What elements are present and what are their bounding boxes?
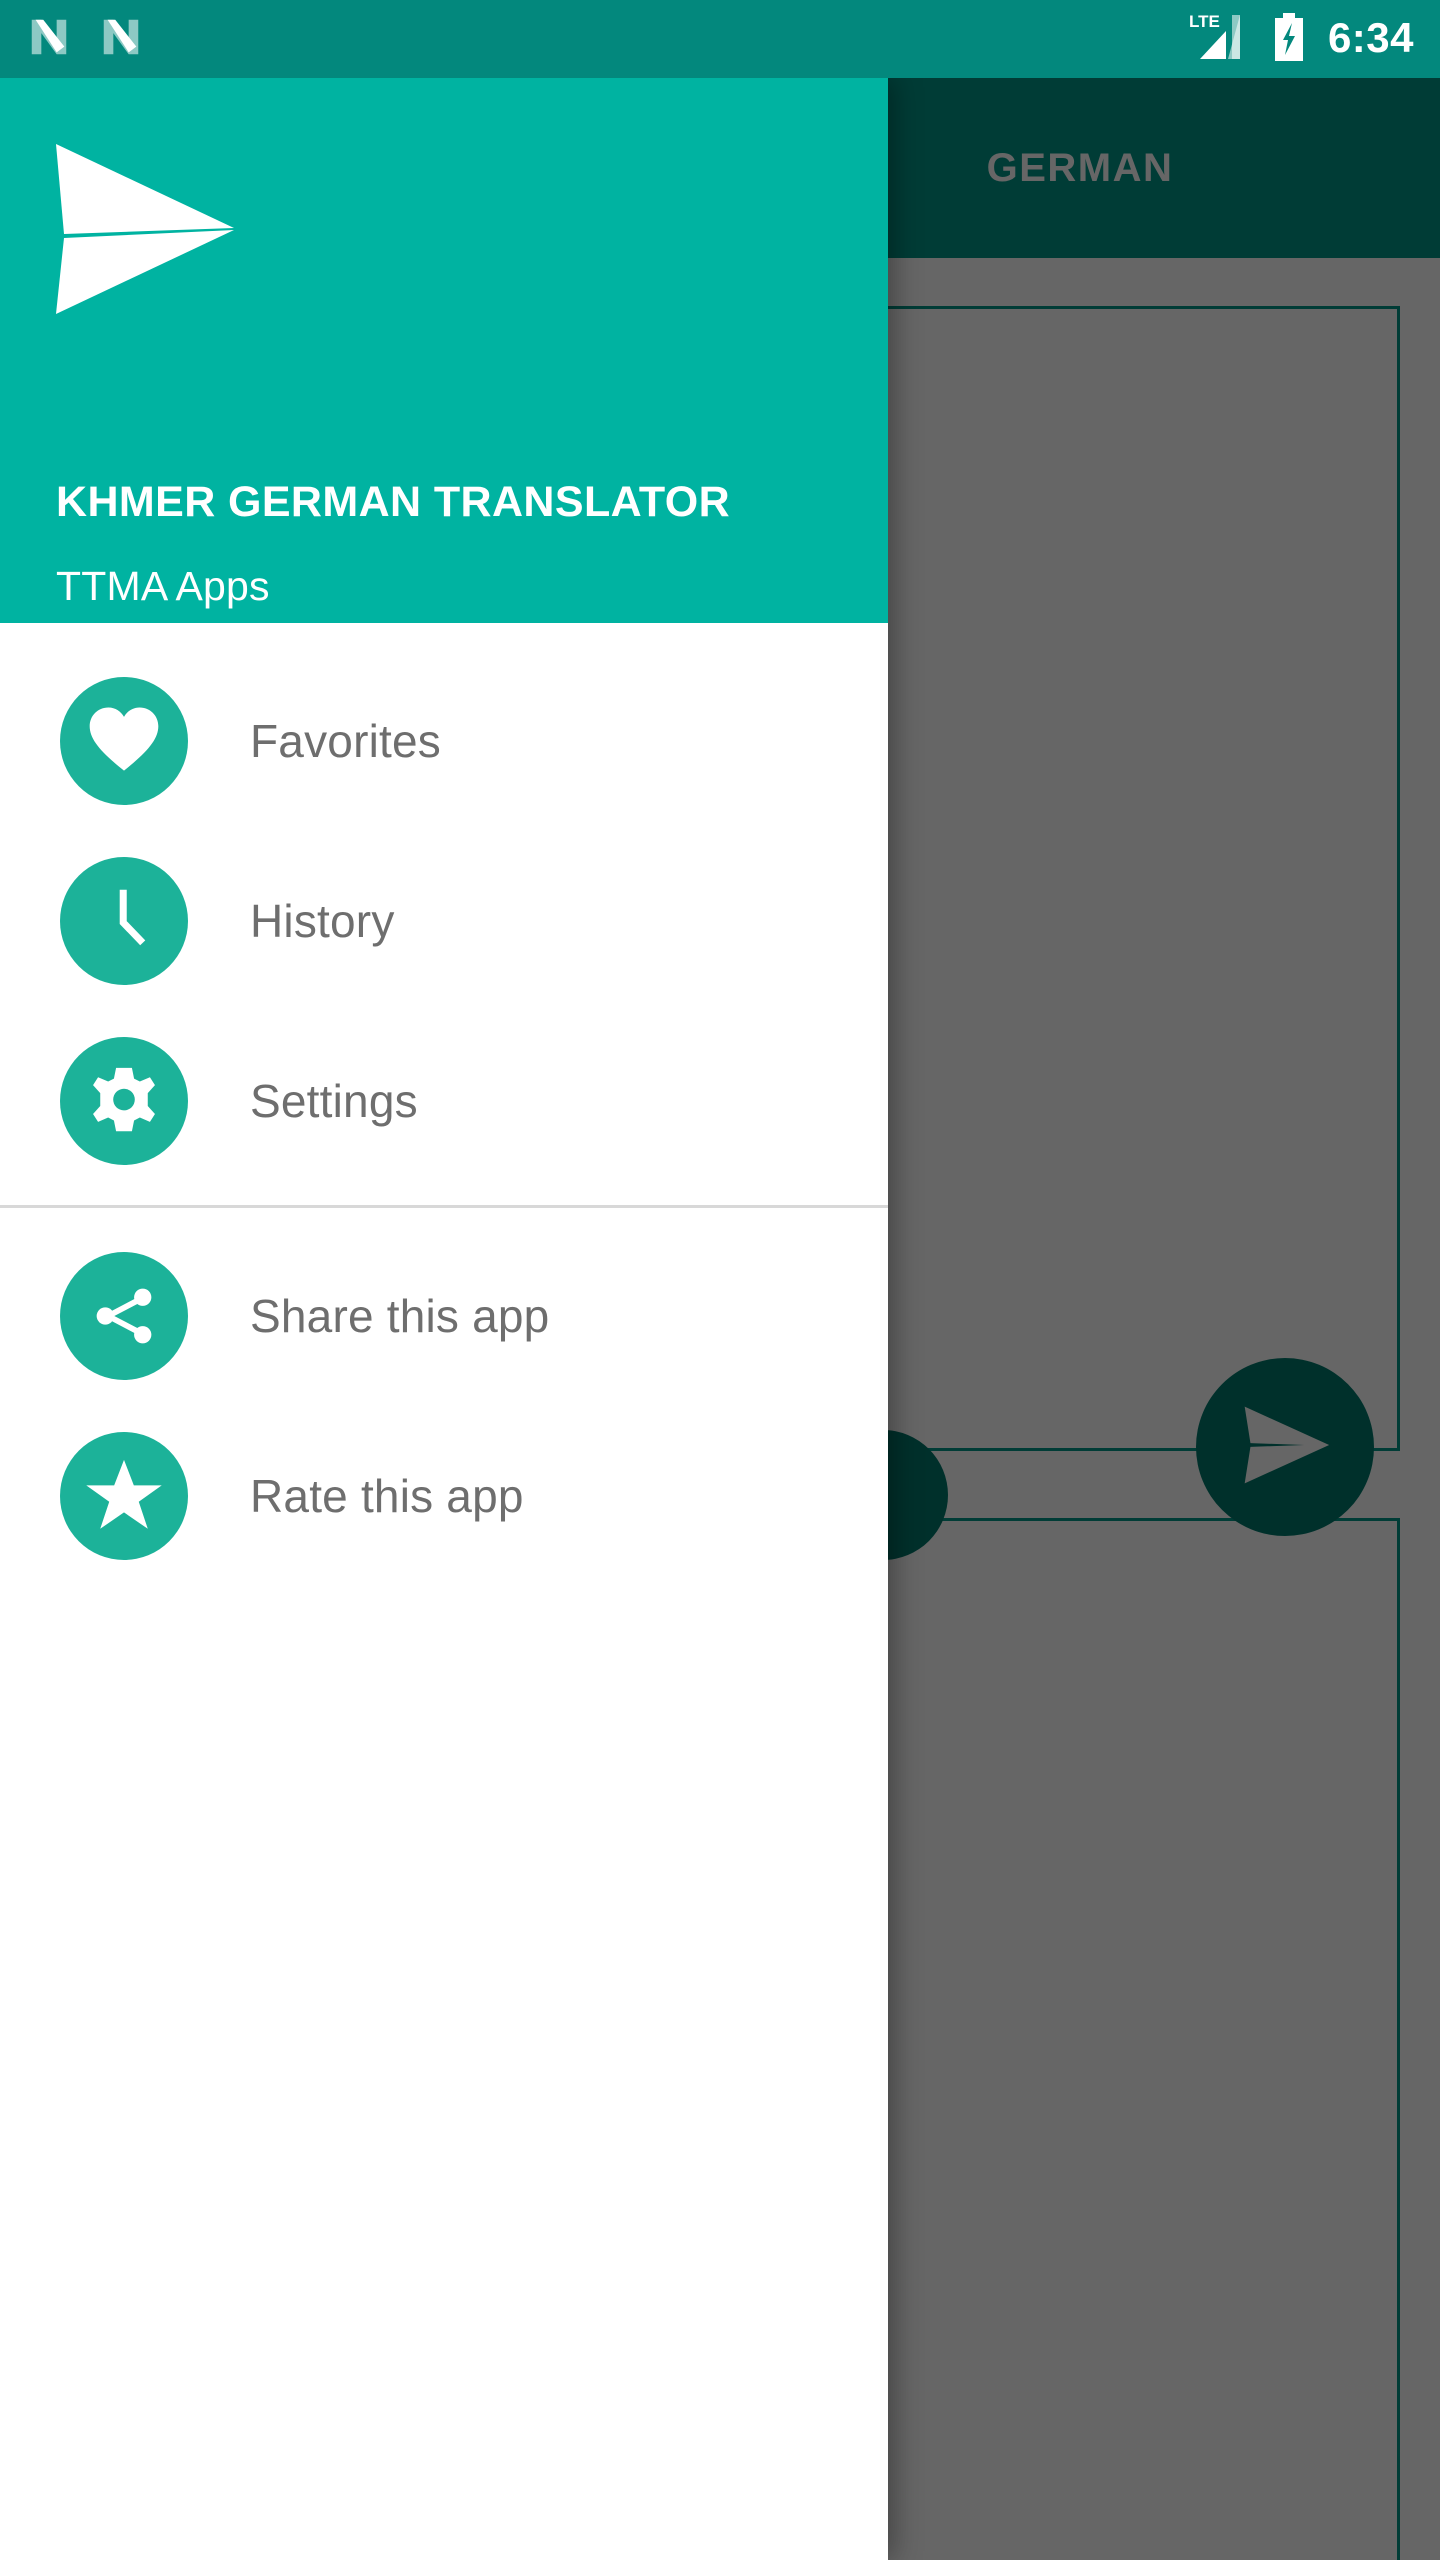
status-bar-notifications xyxy=(26,14,144,65)
drawer-item-share-app[interactable]: Share this app xyxy=(0,1226,888,1406)
phone-screen: KHMER GERMAN TRANSLATOR TTMA Apps Favori… xyxy=(0,0,1440,2560)
drawer-item-rate-app[interactable]: Rate this app xyxy=(0,1406,888,1586)
drawer-primary-menu: Favorites History Settings xyxy=(0,623,888,1191)
nougat-n-icon xyxy=(26,14,72,65)
send-paper-plane-logo xyxy=(52,138,238,325)
drawer-item-settings-label: Settings xyxy=(250,1075,418,1127)
drawer-app-title: KHMER GERMAN TRANSLATOR xyxy=(56,478,731,526)
svg-text:LTE: LTE xyxy=(1189,12,1220,31)
drawer-item-favorites[interactable]: Favorites xyxy=(0,651,888,831)
drawer-item-rate-app-label: Rate this app xyxy=(250,1470,524,1522)
star-icon xyxy=(60,1432,188,1560)
drawer-app-subtitle: TTMA Apps xyxy=(56,563,270,609)
status-bar-system-icons: LTE 6:34 xyxy=(1188,11,1414,68)
clock-icon xyxy=(60,857,188,985)
share-icon xyxy=(60,1252,188,1380)
heart-icon xyxy=(60,677,188,805)
drawer-item-history[interactable]: History xyxy=(0,831,888,1011)
drawer-item-favorites-label: Favorites xyxy=(250,715,441,767)
nougat-n-icon xyxy=(98,14,144,65)
status-bar: LTE 6:34 xyxy=(0,0,1440,78)
signal-bars-icon: LTE xyxy=(1188,11,1250,68)
drawer-item-history-label: History xyxy=(250,895,395,947)
drawer-item-settings[interactable]: Settings xyxy=(0,1011,888,1191)
drawer-secondary-menu: Share this app Rate this app xyxy=(0,1208,888,1586)
status-bar-clock: 6:34 xyxy=(1327,14,1414,61)
battery-charging-icon xyxy=(1272,11,1306,68)
navigation-drawer: KHMER GERMAN TRANSLATOR TTMA Apps Favori… xyxy=(0,78,888,2560)
drawer-item-share-app-label: Share this app xyxy=(250,1290,550,1342)
gear-icon xyxy=(60,1037,188,1165)
drawer-header: KHMER GERMAN TRANSLATOR TTMA Apps xyxy=(0,78,888,623)
